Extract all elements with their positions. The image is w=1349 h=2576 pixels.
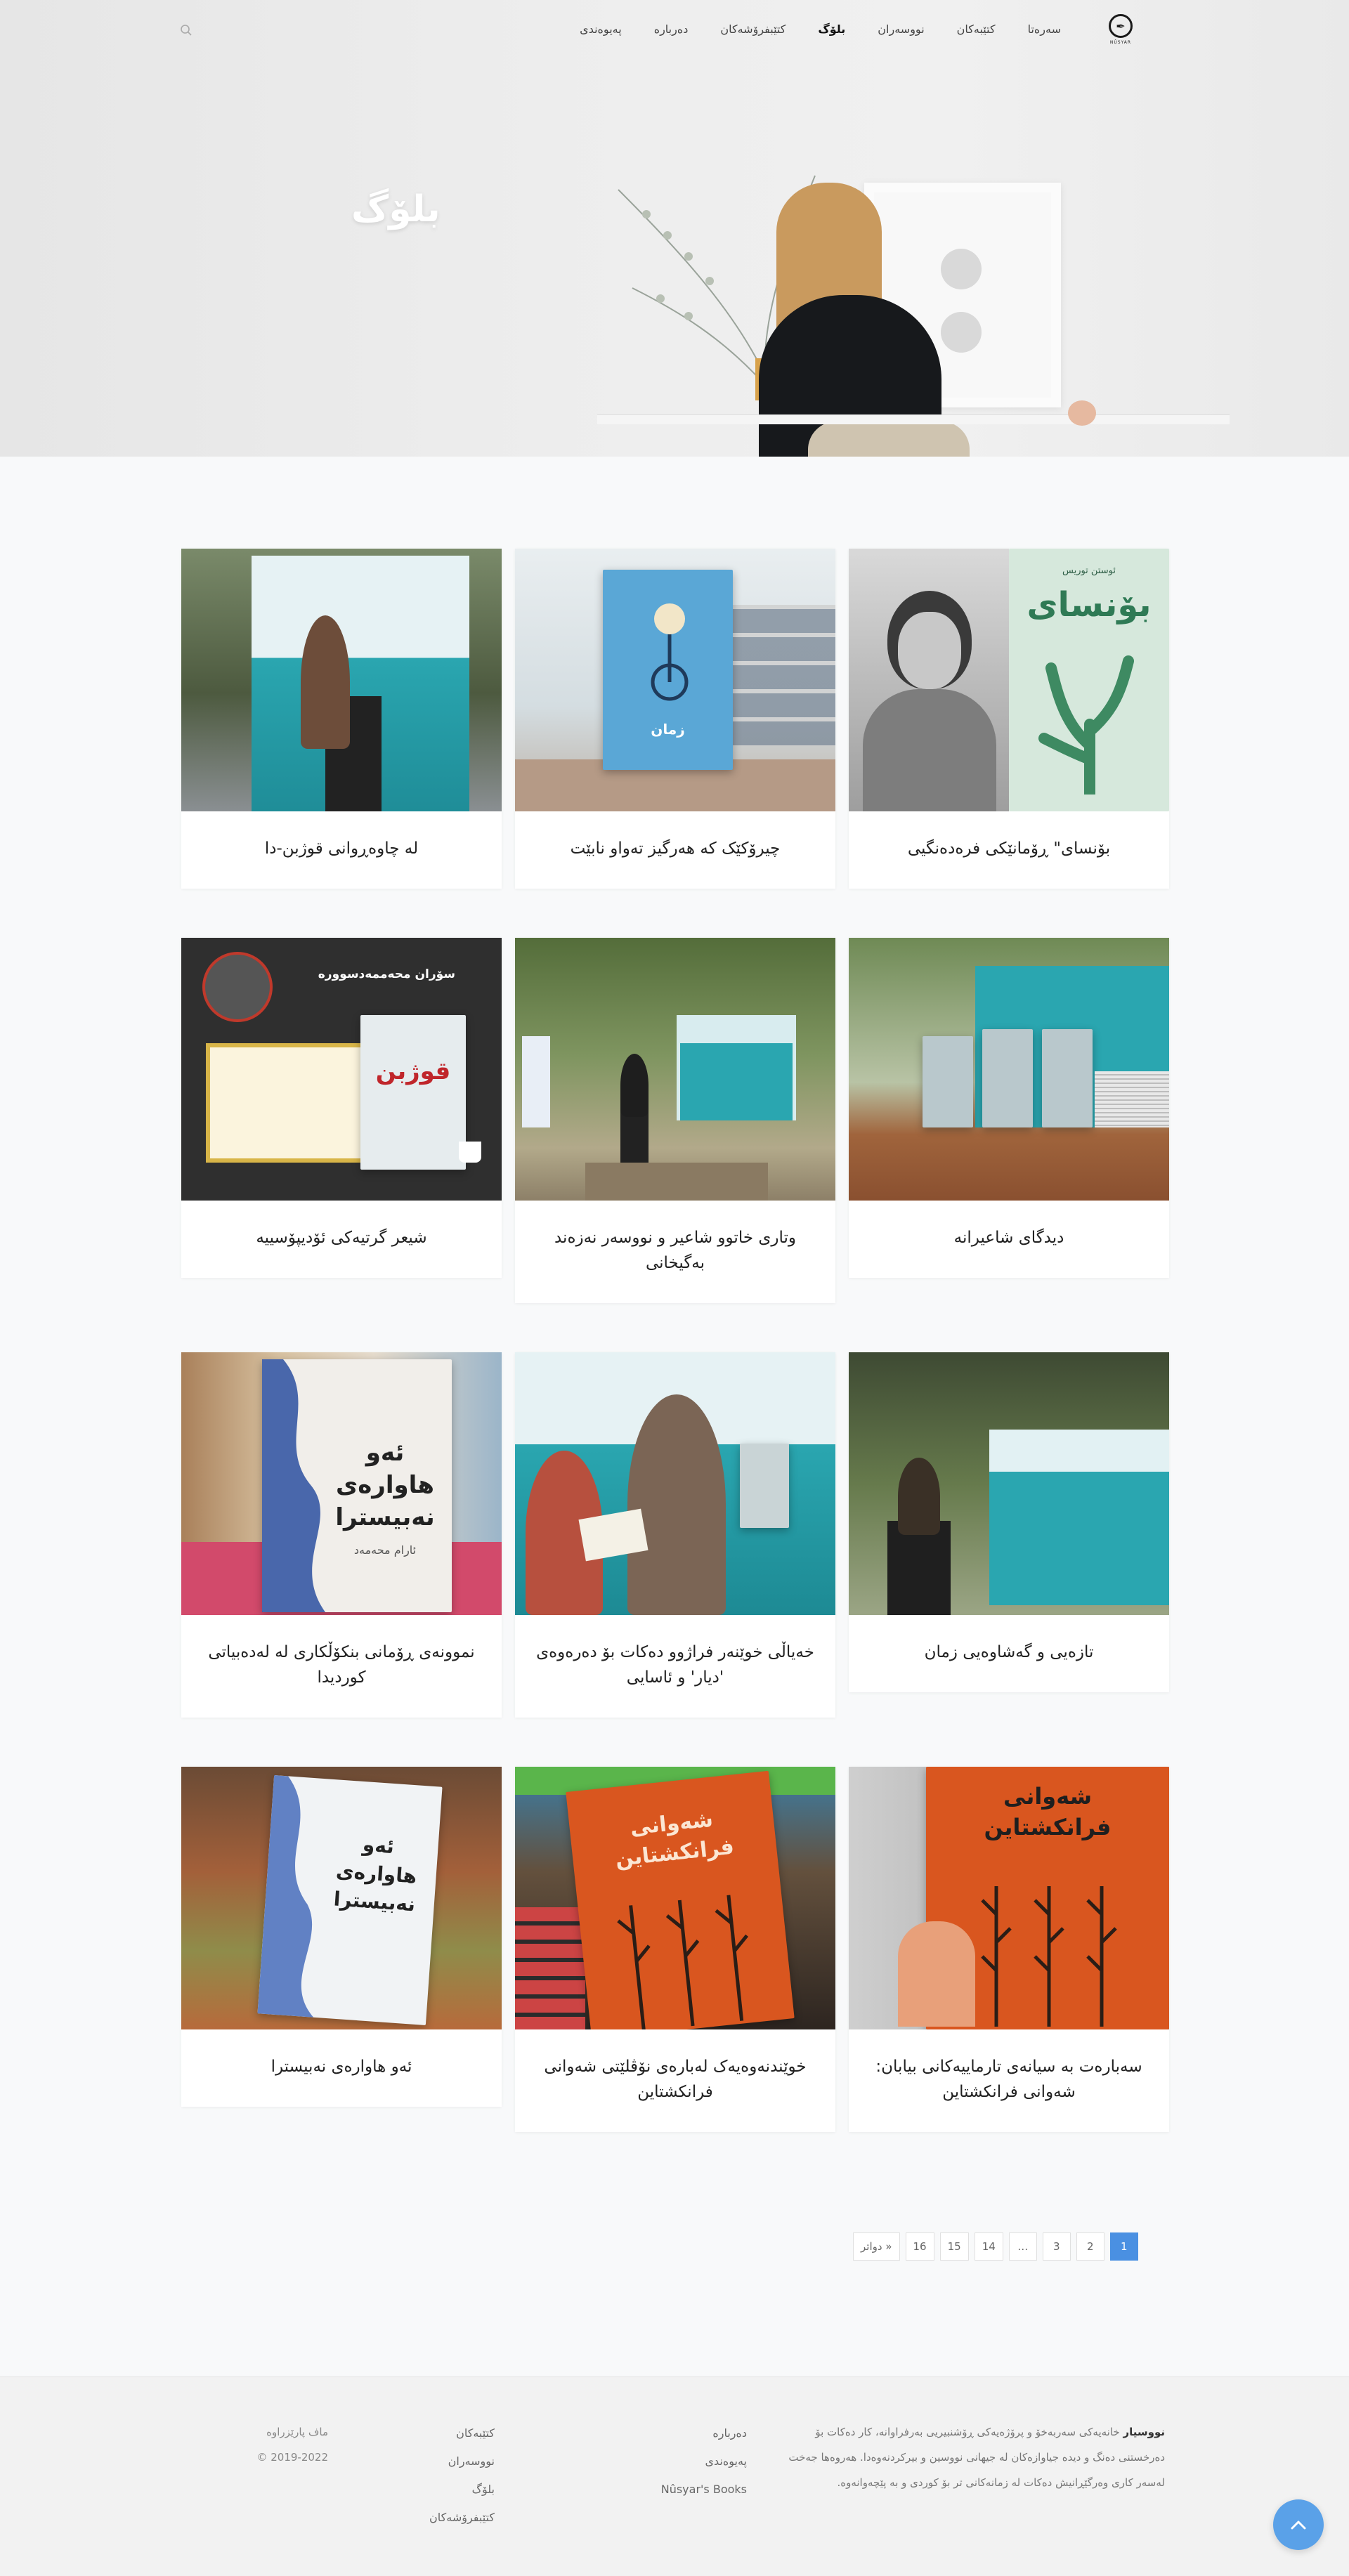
post-title[interactable]: ئەو هاوارەی نەبیسترا: [181, 2029, 502, 2107]
post-thumbnail: [515, 938, 835, 1201]
post-title[interactable]: وتاری خاتوو شاعیر و نووسەر نەزەند بەگیخا…: [515, 1201, 835, 1303]
footer-copyright: ماف پارێزراوە © 2019-2022: [256, 2419, 328, 2470]
footer-link-authors[interactable]: نووسەران: [429, 2447, 495, 2476]
page-button-14[interactable]: 14: [974, 2232, 1003, 2261]
post-thumbnail: شەوانی فرانکشتاین: [849, 1767, 1169, 2029]
logo-mark-icon: ✒: [1109, 14, 1133, 38]
post-thumbnail: سۆران محەممەدسوورە قوژبن: [181, 938, 502, 1201]
site-logo[interactable]: ✒ NÛSYAR: [1105, 14, 1136, 52]
nav-item-about[interactable]: دەربارە: [654, 22, 689, 36]
page-button-2[interactable]: 2: [1076, 2232, 1104, 2261]
post-title[interactable]: شیعر گرتیەکی ئۆدیپۆسییە: [181, 1201, 502, 1278]
chevron-up-icon: [1291, 2521, 1306, 2530]
post-thumbnail: [849, 938, 1169, 1201]
blog-post-card[interactable]: شەوانی فرانکشتاین سەبارەت بە سیانەی تارم…: [849, 1767, 1169, 2132]
post-thumbnail: شەوانی فرانکشتاین: [515, 1767, 835, 2029]
book-author-text: ئارام محەمەد: [353, 1543, 417, 1557]
blog-post-card[interactable]: خەیاڵی خوێنەر فراژوو دەکات بۆ دەرەوەی 'د…: [515, 1352, 835, 1718]
site-footer: نووسیار خانەیەکی سەربەخۆ و پرۆژەیەکی ڕۆش…: [0, 2376, 1349, 2576]
blog-post-card[interactable]: لە چاوەڕوانی قوژبن-دا: [181, 549, 502, 889]
footer-link-contact[interactable]: پەیوەندی: [661, 2447, 747, 2476]
post-title[interactable]: تازەیی و گەشاوەیی زمان: [849, 1615, 1169, 1692]
footer-link-books[interactable]: کتێبەکان: [429, 2419, 495, 2447]
blog-post-card[interactable]: تازەیی و گەشاوەیی زمان: [849, 1352, 1169, 1692]
book-title-text: بۆنسای: [1027, 585, 1152, 625]
desk: [597, 414, 1230, 424]
nav-item-blog[interactable]: بلۆگ: [818, 22, 845, 36]
logo-text: NÛSYAR: [1109, 40, 1132, 45]
book-title-text: شەوانی فرانکشتاین: [984, 1783, 1112, 1841]
post-thumbnail: [181, 549, 502, 811]
main-menu: سەرەتا کتێبەکان نووسەران بلۆگ کتێبفرۆشەک…: [580, 22, 1061, 36]
post-title[interactable]: دیدگای شاعیرانە: [849, 1201, 1169, 1278]
book-title-text: ئەو هاوارەی نەبیسترا: [335, 1439, 435, 1531]
hero-banner: ✒ NÛSYAR سەرەتا کتێبەکان نووسەران بلۆگ ک…: [0, 0, 1349, 457]
blog-post-grid: ئوستن توریس بۆنسای بۆنسای" ڕۆمانێکی فرەد…: [181, 549, 1169, 2132]
page-ellipsis: …: [1008, 2232, 1037, 2261]
rights-text: ماف پارێزراوە: [266, 2426, 328, 2438]
footer-link-nusyar-books[interactable]: Nûsyar's Books: [661, 2476, 747, 2504]
book-title-text: ئەو هاوارەی نەبیسترا: [332, 1833, 418, 1916]
footer-link-about[interactable]: دەربارە: [661, 2419, 747, 2447]
footer-link-bookstores[interactable]: کتێبفرۆشەکان: [429, 2504, 495, 2532]
next-page-button[interactable]: دواتر »: [853, 2232, 900, 2261]
footer-brand: نووسیار: [1123, 2426, 1165, 2438]
post-title[interactable]: خەیاڵی خوێنەر فراژوو دەکات بۆ دەرەوەی 'د…: [515, 1615, 835, 1718]
post-thumbnail: زمان: [515, 549, 835, 811]
post-title[interactable]: بۆنسای" ڕۆمانێکی فرەدەنگیی: [849, 811, 1169, 889]
page-button-1[interactable]: 1: [1109, 2232, 1138, 2261]
vase: [1068, 400, 1096, 426]
post-title[interactable]: خوێندنەوەیەک لەبارەی نۆڤلێتی شەوانی فران…: [515, 2029, 835, 2132]
post-thumbnail: [515, 1352, 835, 1615]
blog-post-card[interactable]: وتاری خاتوو شاعیر و نووسەر نەزەند بەگیخا…: [515, 938, 835, 1303]
hero-illustration: [576, 140, 1230, 457]
nav-item-contact[interactable]: پەیوەندی: [580, 22, 622, 36]
search-icon[interactable]: [180, 24, 193, 37]
blog-post-card[interactable]: زمان چیرۆکێک کە هەرگیز تەواو نابێت: [515, 549, 835, 889]
footer-links-about: دەربارە پەیوەندی Nûsyar's Books: [661, 2419, 747, 2504]
post-title[interactable]: چیرۆکێک کە هەرگیز تەواو نابێت: [515, 811, 835, 889]
book-title-text: شەوانی فرانکشتاین: [614, 1807, 736, 1872]
post-title[interactable]: سەبارەت بە سیانەی تارماییەکانی بیابان: ش…: [849, 2029, 1169, 2132]
blog-post-card[interactable]: دیدگای شاعیرانە: [849, 938, 1169, 1278]
person-name-text: سۆران محەممەدسوورە: [318, 967, 455, 981]
page-title: بلۆگ: [351, 188, 441, 230]
copyright-text: © 2019-2022: [256, 2451, 328, 2464]
post-thumbnail: ئەو هاوارەی نەبیسترا: [181, 1767, 502, 2029]
nav-item-home[interactable]: سەرەتا: [1028, 22, 1061, 36]
blog-post-card[interactable]: سۆران محەممەدسوورە قوژبن شیعر گرتیەکی ئۆ…: [181, 938, 502, 1278]
nav-item-books[interactable]: کتێبەکان: [957, 22, 996, 36]
pagination: 1 2 3 … 14 15 16 دواتر »: [853, 2232, 1138, 2261]
back-to-top-button[interactable]: [1273, 2499, 1324, 2550]
book-title-text: زمان: [651, 721, 685, 738]
post-thumbnail: ئەو هاوارەی نەبیسترا ئارام محەمەد: [181, 1352, 502, 1615]
top-navigation: ✒ NÛSYAR سەرەتا کتێبەکان نووسەران بلۆگ ک…: [0, 0, 1349, 63]
post-title[interactable]: لە چاوەڕوانی قوژبن-دا: [181, 811, 502, 889]
blog-post-card[interactable]: ئەو هاوارەی نەبیسترا ئارام محەمەد نموونە…: [181, 1352, 502, 1718]
footer-about-text: خانەیەکی سەربەخۆ و پرۆژەیەکی ڕۆشنبیریی ب…: [788, 2426, 1165, 2489]
blog-post-card[interactable]: ئوستن توریس بۆنسای بۆنسای" ڕۆمانێکی فرەد…: [849, 549, 1169, 889]
page-button-3[interactable]: 3: [1042, 2232, 1071, 2261]
footer-links-site: کتێبەکان نووسەران بلۆگ کتێبفرۆشەکان: [429, 2419, 495, 2532]
post-thumbnail: [849, 1352, 1169, 1615]
footer-about: نووسیار خانەیەکی سەربەخۆ و پرۆژەیەکی ڕۆش…: [771, 2419, 1165, 2495]
page-button-15[interactable]: 15: [939, 2232, 969, 2261]
post-thumbnail: ئوستن توریس بۆنسای: [849, 549, 1169, 811]
page-button-16[interactable]: 16: [905, 2232, 934, 2261]
nav-item-bookstores[interactable]: کتێبفرۆشەکان: [720, 22, 786, 36]
footer-link-blog[interactable]: بلۆگ: [429, 2476, 495, 2504]
blog-post-card[interactable]: ئەو هاوارەی نەبیسترا ئەو هاوارەی نەبیستر…: [181, 1767, 502, 2107]
nav-item-authors[interactable]: نووسەران: [878, 22, 924, 36]
blog-post-card[interactable]: شەوانی فرانکشتاین خوێندنەوەیەک لەبارەی ن…: [515, 1767, 835, 2132]
post-title[interactable]: نموونەی ڕۆمانی بنکۆڵکاری لە لەدەبیاتی کو…: [181, 1615, 502, 1718]
chair: [808, 421, 970, 457]
book-author-text: ئوستن توریس: [1062, 565, 1116, 576]
book-title-text: قوژبن: [375, 1057, 451, 1085]
